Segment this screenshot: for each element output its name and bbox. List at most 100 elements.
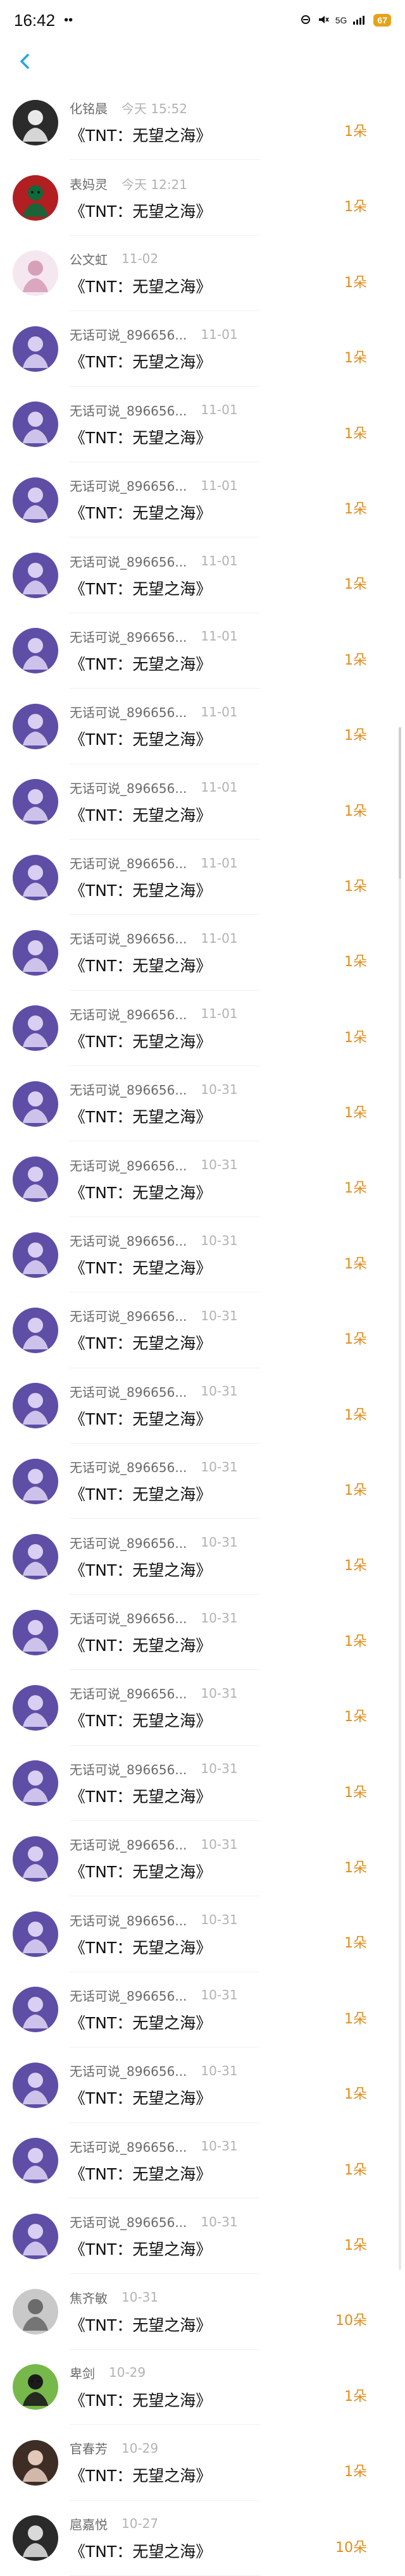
back-button[interactable]: [11, 49, 39, 77]
list-item[interactable]: 无话可说_896656... 10-31 《TNT：无望之海》 1朵: [0, 1595, 380, 1671]
avatar[interactable]: [13, 1987, 58, 2033]
list-item[interactable]: 焦齐敏 10-31 《TNT：无望之海》 10朵: [0, 2274, 380, 2350]
avatar[interactable]: [13, 2213, 58, 2259]
user-name[interactable]: 无话可说_896656...: [70, 1457, 187, 1476]
list-item[interactable]: 无话可说_896656... 10-31 《TNT：无望之海》 1朵: [0, 1444, 380, 1519]
user-name[interactable]: 无话可说_896656...: [70, 1911, 187, 1929]
list-item[interactable]: 无话可说_896656... 10-31 《TNT：无望之海》 1朵: [0, 1066, 380, 1142]
book-title[interactable]: 《TNT：无望之海》: [70, 1181, 380, 1203]
avatar[interactable]: [13, 2062, 58, 2108]
user-name[interactable]: 无话可说_896656...: [70, 401, 187, 419]
user-name[interactable]: 焦齐敏: [70, 2288, 108, 2307]
user-name[interactable]: 官春芳: [70, 2439, 108, 2457]
list-item[interactable]: 无话可说_896656... 11-01 《TNT：无望之海》 1朵: [0, 991, 380, 1067]
list-item[interactable]: 无话可说_896656... 10-31 《TNT：无望之海》 1朵: [0, 1896, 380, 1973]
book-title[interactable]: 《TNT：无望之海》: [70, 2539, 380, 2562]
avatar[interactable]: [13, 854, 58, 900]
book-title[interactable]: 《TNT：无望之海》: [70, 803, 380, 826]
avatar[interactable]: [13, 1383, 58, 1429]
list-item[interactable]: 无话可说_896656... 11-01 《TNT：无望之海》 1朵: [0, 311, 380, 387]
list-item[interactable]: 卑剑 10-29 《TNT：无望之海》 1朵: [0, 2350, 380, 2426]
book-title[interactable]: 《TNT：无望之海》: [70, 878, 380, 901]
list-item[interactable]: 无话可说_896656... 10-31 《TNT：无望之海》 1朵: [0, 1746, 380, 1822]
user-name[interactable]: 无话可说_896656...: [70, 2061, 187, 2080]
book-title[interactable]: 《TNT：无望之海》: [70, 727, 380, 750]
avatar[interactable]: [13, 1609, 58, 1655]
user-name[interactable]: 无话可说_896656...: [70, 1231, 187, 1249]
user-name[interactable]: 无话可说_896656...: [70, 2137, 187, 2156]
avatar[interactable]: [13, 1458, 58, 1504]
book-title[interactable]: 《TNT：无望之海》: [70, 2313, 380, 2336]
user-name[interactable]: 无话可说_896656...: [70, 1382, 187, 1401]
book-title[interactable]: 《TNT：无望之海》: [70, 274, 380, 297]
avatar[interactable]: [13, 628, 58, 674]
book-title[interactable]: 《TNT：无望之海》: [70, 1860, 380, 1882]
avatar[interactable]: [13, 1232, 58, 1278]
book-title[interactable]: 《TNT：无望之海》: [70, 426, 380, 448]
book-title[interactable]: 《TNT：无望之海》: [70, 2011, 380, 2033]
avatar[interactable]: [13, 929, 58, 976]
book-title[interactable]: 《TNT：无望之海》: [70, 1708, 380, 1731]
avatar[interactable]: [13, 2289, 58, 2335]
list-item[interactable]: 表妈灵 今天 12:21 《TNT：无望之海》 1朵: [0, 160, 380, 236]
book-title[interactable]: 《TNT：无望之海》: [70, 2388, 380, 2411]
user-name[interactable]: 无话可说_896656...: [70, 1080, 187, 1098]
user-name[interactable]: 无话可说_896656...: [70, 1760, 187, 1778]
book-title[interactable]: 《TNT：无望之海》: [70, 123, 380, 146]
book-title[interactable]: 《TNT：无望之海》: [70, 652, 380, 675]
user-name[interactable]: 公文虹: [70, 250, 108, 268]
user-name[interactable]: 无话可说_896656...: [70, 325, 187, 343]
avatar[interactable]: [13, 175, 58, 221]
user-name[interactable]: 无话可说_896656...: [70, 1835, 187, 1853]
avatar[interactable]: [13, 553, 58, 599]
user-name[interactable]: 无话可说_896656...: [70, 627, 187, 646]
avatar[interactable]: [13, 779, 58, 825]
list-item[interactable]: 无话可说_896656... 10-31 《TNT：无望之海》 1朵: [0, 1972, 380, 2048]
list-item[interactable]: 无话可说_896656... 10-31 《TNT：无望之海》 1朵: [0, 1217, 380, 1293]
scrollbar[interactable]: [399, 727, 401, 2270]
avatar[interactable]: [13, 1005, 58, 1052]
list-item[interactable]: 无话可说_896656... 10-31 《TNT：无望之海》 1朵: [0, 1141, 380, 1218]
list-item[interactable]: 无话可说_896656... 11-01 《TNT：无望之海》 1朵: [0, 915, 380, 991]
book-title[interactable]: 《TNT：无望之海》: [70, 1784, 380, 1807]
avatar[interactable]: [13, 1534, 58, 1580]
avatar[interactable]: [13, 2439, 58, 2486]
list-item[interactable]: 无话可说_896656... 11-01 《TNT：无望之海》 1朵: [0, 613, 380, 689]
avatar[interactable]: [13, 1081, 58, 1127]
user-name[interactable]: 卑剑: [70, 2364, 95, 2382]
book-title[interactable]: 《TNT：无望之海》: [70, 199, 380, 222]
book-title[interactable]: 《TNT：无望之海》: [70, 1558, 380, 1581]
avatar[interactable]: [13, 1760, 58, 1806]
book-title[interactable]: 《TNT：无望之海》: [70, 350, 380, 372]
list-item[interactable]: 无话可说_896656... 11-01 《TNT：无望之海》 1朵: [0, 764, 380, 840]
book-title[interactable]: 《TNT：无望之海》: [70, 1935, 380, 1958]
list-item[interactable]: 公文虹 11-02 《TNT：无望之海》 1朵: [0, 236, 380, 312]
user-name[interactable]: 无话可说_896656...: [70, 929, 187, 947]
book-title[interactable]: 《TNT：无望之海》: [70, 1482, 380, 1505]
book-title[interactable]: 《TNT：无望之海》: [70, 1407, 380, 1430]
book-title[interactable]: 《TNT：无望之海》: [70, 1256, 380, 1279]
book-title[interactable]: 《TNT：无望之海》: [70, 1331, 380, 1354]
user-name[interactable]: 表妈灵: [70, 175, 108, 193]
list-item[interactable]: 无话可说_896656... 11-01 《TNT：无望之海》 1朵: [0, 689, 380, 764]
avatar[interactable]: [13, 1836, 58, 1882]
user-name[interactable]: 无话可说_896656...: [70, 1986, 187, 2004]
list-item[interactable]: 无话可说_896656... 11-01 《TNT：无望之海》 1朵: [0, 462, 380, 538]
avatar[interactable]: [13, 1684, 58, 1731]
user-name[interactable]: 无话可说_896656...: [70, 1005, 187, 1023]
book-title[interactable]: 《TNT：无望之海》: [70, 2237, 380, 2260]
user-name[interactable]: 无话可说_896656...: [70, 1533, 187, 1552]
avatar[interactable]: [13, 250, 58, 297]
avatar[interactable]: [13, 99, 58, 145]
list-item[interactable]: 无话可说_896656... 11-01 《TNT：无望之海》 1朵: [0, 537, 380, 614]
list-item[interactable]: 无话可说_896656... 10-31 《TNT：无望之海》 1朵: [0, 1670, 380, 1746]
user-name[interactable]: 化铭晨: [70, 99, 108, 117]
book-title[interactable]: 《TNT：无望之海》: [70, 577, 380, 599]
user-name[interactable]: 无话可说_896656...: [70, 778, 187, 797]
book-title[interactable]: 《TNT：无望之海》: [70, 954, 380, 976]
avatar[interactable]: [13, 326, 58, 372]
book-title[interactable]: 《TNT：无望之海》: [70, 1029, 380, 1052]
book-title[interactable]: 《TNT：无望之海》: [70, 2162, 380, 2185]
list-item[interactable]: 化铭晨 今天 15:52 《TNT：无望之海》 1朵: [0, 85, 380, 161]
avatar[interactable]: [13, 2138, 58, 2184]
